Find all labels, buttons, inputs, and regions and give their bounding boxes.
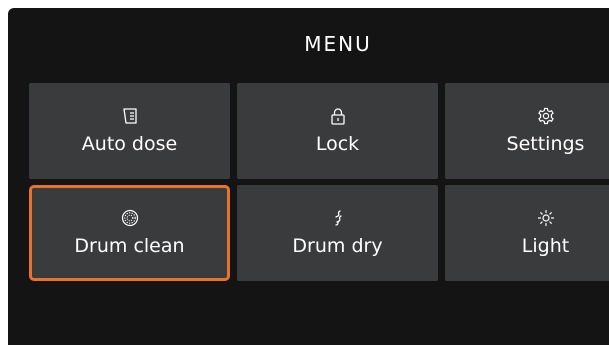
gear-icon bbox=[537, 107, 555, 125]
light-button[interactable]: Light bbox=[445, 185, 609, 281]
auto-dose-icon bbox=[121, 107, 139, 125]
drum-clean-button[interactable]: Drum clean bbox=[29, 185, 230, 281]
settings-button[interactable]: Settings bbox=[445, 83, 609, 179]
menu-screen: MENU Auto dose Lock Settings Drum clean … bbox=[8, 8, 609, 345]
settings-label: Settings bbox=[506, 133, 585, 155]
lock-label: Lock bbox=[315, 133, 360, 155]
drum-dry-label: Drum dry bbox=[292, 235, 383, 257]
auto-dose-label: Auto dose bbox=[81, 133, 178, 155]
menu-title: MENU bbox=[304, 32, 372, 56]
light-icon bbox=[537, 209, 555, 227]
drum-dry-button[interactable]: Drum dry bbox=[237, 185, 438, 281]
drum-dry-icon bbox=[329, 209, 347, 227]
auto-dose-button[interactable]: Auto dose bbox=[29, 83, 230, 179]
light-label: Light bbox=[521, 235, 570, 257]
drum-clean-icon bbox=[121, 209, 139, 227]
lock-button[interactable]: Lock bbox=[237, 83, 438, 179]
drum-clean-label: Drum clean bbox=[74, 235, 185, 257]
lock-icon bbox=[329, 107, 347, 125]
